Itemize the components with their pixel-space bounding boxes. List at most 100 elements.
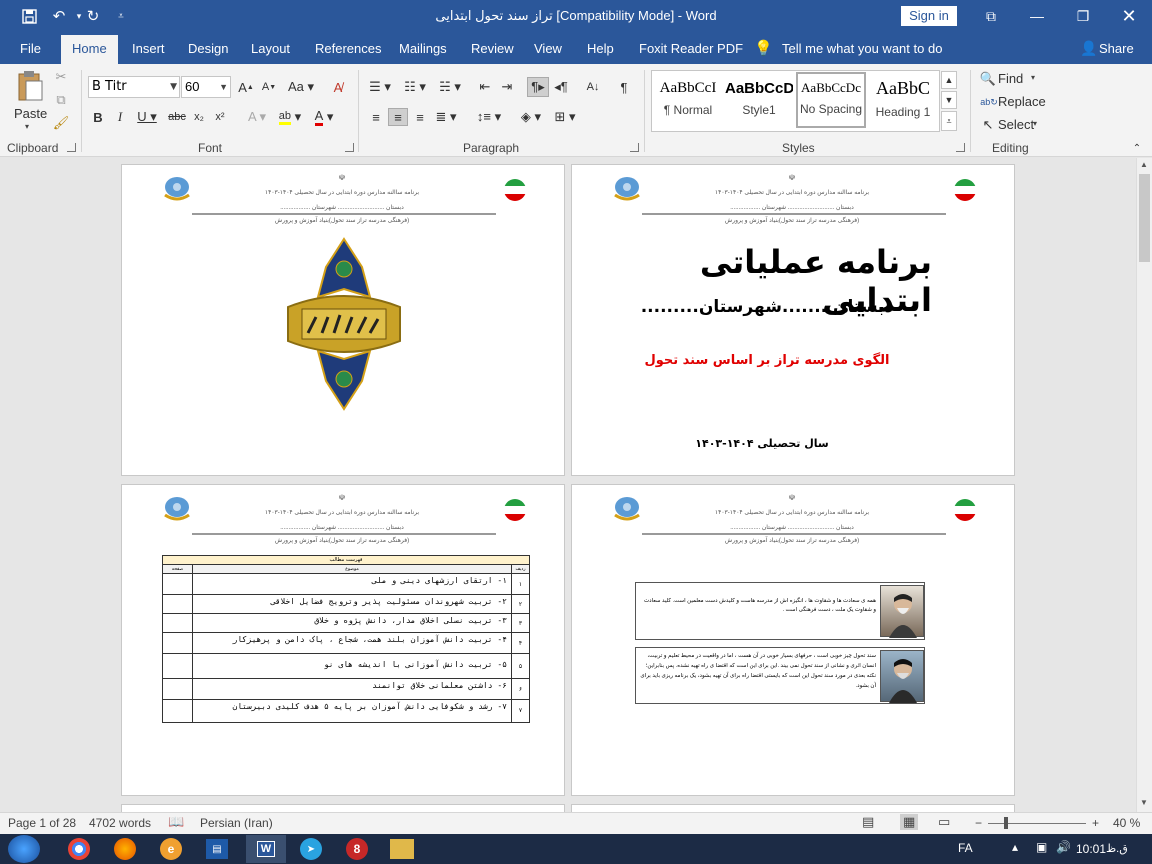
- table-row[interactable]: ۷- رشد و شکوفایی دانش آموزان بر پایه ۵ ه…: [163, 700, 529, 722]
- numbering-icon[interactable]: ☷ ▾: [401, 77, 429, 97]
- tab-home[interactable]: Home: [61, 35, 118, 64]
- tab-help[interactable]: Help: [587, 41, 614, 56]
- tab-foxit-reader-pdf[interactable]: Foxit Reader PDF: [639, 41, 743, 56]
- bullets-icon[interactable]: ☰ ▾: [366, 77, 394, 97]
- page-ornament[interactable]: ☫ برنامه ساالنه مدارس دوره ابتدایی در سا…: [121, 164, 565, 476]
- justify-icon[interactable]: ≣ ▾: [432, 108, 460, 126]
- grow-font-icon[interactable]: A ▲: [236, 77, 256, 97]
- clipboard-launcher-icon[interactable]: [67, 143, 76, 152]
- close-button[interactable]: ✕: [1106, 0, 1152, 32]
- tray-icon[interactable]: ▴: [1012, 840, 1018, 854]
- style-heading-1[interactable]: AaBbC Heading 1: [868, 72, 938, 128]
- volume-icon[interactable]: 🔊: [1056, 840, 1071, 854]
- page-partial[interactable]: [121, 804, 565, 812]
- decrease-indent-icon[interactable]: ⇤: [475, 77, 495, 97]
- table-row[interactable]: ۳- تربیت نسلی اخلاق مدار، دانش پژوه و خل…: [163, 614, 529, 633]
- page-quotes[interactable]: ☫ برنامه ساالنه مدارس دوره ابتدایی در سا…: [571, 484, 1015, 796]
- tab-layout[interactable]: Layout: [251, 41, 290, 56]
- minimize-button[interactable]: —: [1014, 0, 1060, 32]
- right-to-left-icon[interactable]: ◂¶: [551, 77, 571, 97]
- zoom-level[interactable]: 40 %: [1113, 816, 1140, 830]
- left-to-right-icon[interactable]: ¶▸: [527, 77, 549, 97]
- print-layout-icon[interactable]: ▦: [900, 814, 919, 830]
- zoom-in-icon[interactable]: +: [1092, 816, 1099, 830]
- bold-icon[interactable]: B: [90, 108, 106, 126]
- style-normal[interactable]: AaBbCcI ¶ Normal: [653, 72, 723, 128]
- highlight-color-icon[interactable]: ab ▾: [274, 108, 306, 126]
- start-button-icon[interactable]: [8, 835, 40, 863]
- strikethrough-icon[interactable]: abc: [166, 108, 188, 126]
- folder-icon[interactable]: [390, 839, 414, 859]
- word-count[interactable]: 4702 words: [89, 816, 151, 830]
- table-row[interactable]: ۲- تربیت شهروندان مسئولیت پذیر وترویج فض…: [163, 595, 529, 614]
- clear-formatting-icon[interactable]: A̸: [328, 77, 348, 97]
- borders-icon[interactable]: ⊞ ▾: [550, 108, 580, 126]
- table-row[interactable]: ۴- تربیت دانش آموزان بلند همت، شجاع ، پا…: [163, 633, 529, 654]
- scroll-up-icon[interactable]: ▲: [1140, 160, 1148, 169]
- find-icon[interactable]: 🔍: [980, 70, 996, 88]
- paste-dropdown-icon[interactable]: ▾: [25, 122, 29, 131]
- paste-label[interactable]: Paste: [14, 106, 47, 121]
- tab-insert[interactable]: Insert: [132, 41, 165, 56]
- shading-icon[interactable]: ◈ ▾: [516, 108, 546, 126]
- find-dropdown-icon[interactable]: ▾: [1031, 73, 1035, 82]
- font-launcher-icon[interactable]: [345, 143, 354, 152]
- page-count[interactable]: Page 1 of 28: [8, 816, 76, 830]
- change-case-icon[interactable]: Aa ▾: [286, 77, 316, 97]
- multilevel-list-icon[interactable]: ☵ ▾: [436, 77, 464, 97]
- tab-design[interactable]: Design: [188, 41, 228, 56]
- taskbar-word-button[interactable]: W: [246, 835, 286, 863]
- tab-references[interactable]: References: [315, 41, 381, 56]
- cut-icon[interactable]: ✂: [52, 68, 70, 86]
- copy-icon[interactable]: ⧉: [52, 91, 70, 109]
- styles-more-icon[interactable]: ⩡: [941, 111, 957, 131]
- font-size-combo[interactable]: 60 ▼: [181, 76, 231, 98]
- line-spacing-icon[interactable]: ↕≡ ▾: [474, 108, 504, 126]
- app-icon[interactable]: e: [160, 838, 182, 860]
- select-button[interactable]: Select: [998, 117, 1034, 132]
- style-no-spacing[interactable]: AaBbCcDc No Spacing: [796, 72, 866, 128]
- find-button[interactable]: Find: [998, 71, 1023, 86]
- language-indicator[interactable]: Persian (Iran): [200, 816, 273, 830]
- tell-me-search[interactable]: Tell me what you want to do: [782, 41, 942, 56]
- read-mode-icon[interactable]: ▤: [862, 814, 874, 830]
- align-center-icon[interactable]: ≡: [388, 108, 408, 126]
- firefox-icon[interactable]: [114, 838, 136, 860]
- zoom-slider-handle[interactable]: [1004, 817, 1008, 829]
- font-color-icon[interactable]: A ▾: [309, 108, 339, 126]
- page-partial[interactable]: [571, 804, 1015, 812]
- align-left-icon[interactable]: ≡: [366, 108, 386, 126]
- show-formatting-marks-icon[interactable]: ¶: [614, 77, 634, 97]
- replace-icon[interactable]: ab↻: [980, 93, 998, 111]
- styles-scroll-down-icon[interactable]: ▼: [941, 91, 957, 109]
- restore-button[interactable]: ❐: [1060, 0, 1106, 32]
- share-icon[interactable]: 👤: [1080, 40, 1097, 57]
- sign-in-button[interactable]: Sign in: [901, 6, 957, 26]
- scroll-down-icon[interactable]: ▼: [1140, 798, 1148, 807]
- web-layout-icon[interactable]: ▭: [938, 814, 950, 830]
- telegram-icon[interactable]: ➤: [300, 838, 322, 860]
- zoom-slider[interactable]: [988, 823, 1086, 824]
- underline-icon[interactable]: U ▾: [134, 108, 160, 126]
- network-icon[interactable]: ▣: [1036, 840, 1047, 854]
- table-row[interactable]: ۱- ارتقای ارزشهای دینی و ملی ۱: [163, 574, 529, 595]
- collapse-ribbon-icon[interactable]: ⌃: [1130, 141, 1144, 155]
- select-dropdown-icon[interactable]: ▾: [1033, 119, 1037, 128]
- page-cover[interactable]: ☫ برنامه ساالنه مدارس دوره ابتدایی در سا…: [571, 164, 1015, 476]
- increase-indent-icon[interactable]: ⇥: [497, 77, 517, 97]
- format-painter-icon[interactable]: 🖌: [52, 114, 70, 132]
- tab-file[interactable]: File: [20, 41, 41, 56]
- ribbon-display-options-icon[interactable]: ⧉: [968, 0, 1014, 32]
- align-right-icon[interactable]: ≡: [410, 108, 430, 126]
- table-row[interactable]: ۵- تربیت دانش آموزانی با اندیشه های نو ۵: [163, 654, 529, 679]
- styles-launcher-icon[interactable]: [956, 143, 965, 152]
- tab-mailings[interactable]: Mailings: [399, 41, 447, 56]
- paste-icon[interactable]: [14, 70, 46, 102]
- subscript-icon[interactable]: x₂: [191, 108, 207, 126]
- app-icon[interactable]: 8: [346, 838, 368, 860]
- scrollbar-thumb[interactable]: [1139, 174, 1150, 262]
- input-language[interactable]: FA: [958, 841, 973, 855]
- styles-scroll-up-icon[interactable]: ▲: [941, 71, 957, 89]
- sort-icon[interactable]: A↓: [583, 77, 603, 97]
- italic-icon[interactable]: I: [112, 108, 128, 126]
